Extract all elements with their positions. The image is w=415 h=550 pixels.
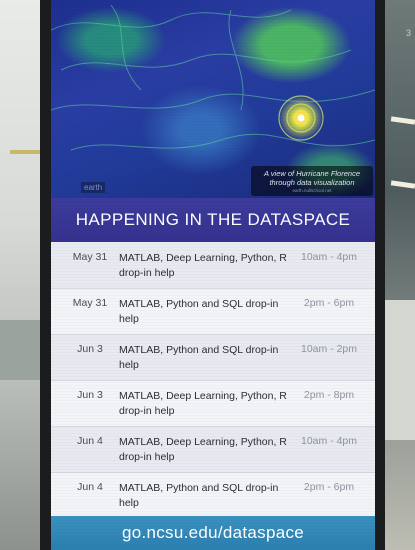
page-title: HAPPENING IN THE DATASPACE xyxy=(51,198,375,242)
footer-url: go.ncsu.edu/dataspace xyxy=(51,516,375,550)
side-tag: 3 xyxy=(405,28,411,38)
event-row: May 31 MATLAB, Deep Learning, Python, R … xyxy=(51,243,375,289)
event-date: Jun 4 xyxy=(77,435,103,447)
event-row: May 31 MATLAB, Python and SQL drop-in he… xyxy=(51,289,375,335)
event-list: May 31 MATLAB, Deep Learning, Python, R … xyxy=(51,243,375,519)
event-date: May 31 xyxy=(72,297,108,309)
event-title: MATLAB, Python and SQL drop-in help xyxy=(119,482,279,509)
event-row: Jun 3 MATLAB, Deep Learning, Python, R d… xyxy=(51,381,375,427)
event-row: Jun 4 MATLAB, Python and SQL drop-in hel… xyxy=(51,473,375,519)
event-time: 2pm - 8pm xyxy=(303,389,355,401)
event-time: 10am - 4pm xyxy=(300,251,358,263)
event-row: Jun 4 MATLAB, Deep Learning, Python, R d… xyxy=(51,427,375,473)
visualization-caption: A view of Hurricane Florence through dat… xyxy=(251,166,373,197)
event-time: 10am - 2pm xyxy=(300,343,358,355)
event-title: MATLAB, Deep Learning, Python, R drop-in… xyxy=(119,390,287,417)
event-time: 2pm - 6pm xyxy=(303,481,355,493)
event-date: Jun 3 xyxy=(77,389,103,401)
event-title: MATLAB, Python and SQL drop-in help xyxy=(119,344,279,371)
caption-text: A view of Hurricane Florence through dat… xyxy=(263,169,360,188)
event-date: Jun 3 xyxy=(77,343,103,355)
ceiling-light xyxy=(390,116,415,125)
background-furniture xyxy=(0,320,45,380)
event-time: 2pm - 6pm xyxy=(303,297,355,309)
event-time: 10am - 4pm xyxy=(300,435,358,447)
event-date: Jun 4 xyxy=(77,481,103,493)
ceiling-light xyxy=(390,180,415,189)
caption-credit: earth.nullschool.net xyxy=(292,187,332,193)
background-panel xyxy=(380,300,415,440)
digital-signage-screen: earth A view of Hurricane Florence throu… xyxy=(51,0,375,550)
event-title: MATLAB, Deep Learning, Python, R drop-in… xyxy=(119,436,287,463)
event-row: Jun 3 MATLAB, Python and SQL drop-in hel… xyxy=(51,335,375,381)
hurricane-visualization: earth A view of Hurricane Florence throu… xyxy=(51,0,375,198)
earth-brand-tag: earth xyxy=(81,182,106,193)
event-title: MATLAB, Python and SQL drop-in help xyxy=(119,298,279,325)
event-date: May 31 xyxy=(72,251,108,263)
event-title: MATLAB, Deep Learning, Python, R drop-in… xyxy=(119,252,287,279)
